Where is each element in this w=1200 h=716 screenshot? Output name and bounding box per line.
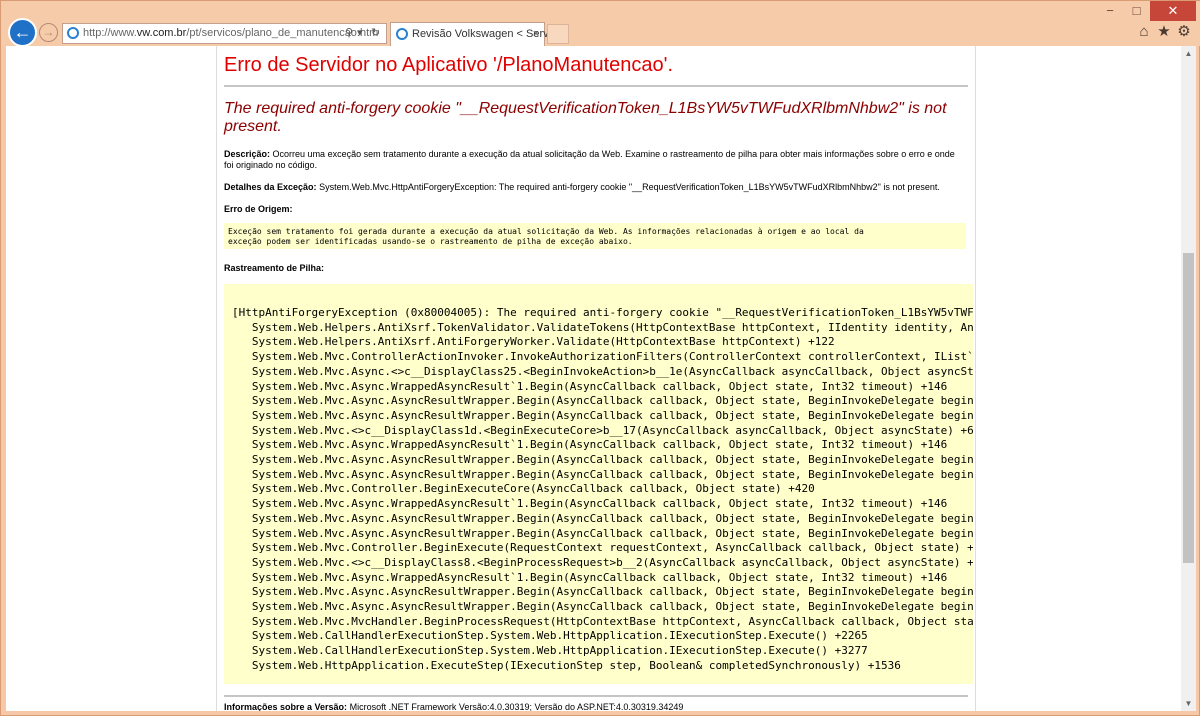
stack-trace-lines: [HttpAntiForgeryException (0x80004005): … xyxy=(232,306,973,674)
stack-heading: Rastreamento de Pilha: xyxy=(224,263,325,273)
stack-trace-line: System.Web.Mvc.<>c__DisplayClass8.<Begin… xyxy=(232,555,973,569)
stack-trace-line: System.Web.Mvc.<>c__DisplayClass1d.<Begi… xyxy=(232,423,973,437)
page-title: Erro de Servidor no Aplicativo '/PlanoMa… xyxy=(224,54,674,76)
stack-trace-box: [HttpAntiForgeryException (0x80004005): … xyxy=(224,284,973,684)
back-button[interactable]: ← xyxy=(8,18,37,47)
close-window-button[interactable]: ✕ xyxy=(1150,1,1196,21)
stack-trace-line: System.Web.Mvc.Async.AsyncResultWrapper.… xyxy=(232,600,973,614)
stack-trace-line: System.Web.Mvc.MvcHandler.BeginProcessRe… xyxy=(232,614,973,628)
scroll-thumb[interactable] xyxy=(1183,253,1194,563)
address-url: http://www.vw.com.br/pt/servicos/plano_d… xyxy=(83,27,379,39)
stack-trace-line: System.Web.Mvc.Async.WrappedAsyncResult`… xyxy=(232,379,948,393)
refresh-icon[interactable]: ↻ xyxy=(371,24,380,43)
error-page: Erro de Servidor no Aplicativo '/PlanoMa… xyxy=(216,46,976,711)
divider xyxy=(224,695,968,697)
stack-trace-line: System.Web.Mvc.Async.AsyncResultWrapper.… xyxy=(232,394,973,408)
favorites-icon[interactable]: ★ xyxy=(1155,23,1173,41)
version-info: Informações sobre a Versão: Microsoft .N… xyxy=(224,702,683,711)
exception-text: System.Web.Mvc.HttpAntiForgeryException:… xyxy=(319,182,940,192)
divider xyxy=(224,85,968,87)
stack-trace-line: System.Web.Mvc.Async.AsyncResultWrapper.… xyxy=(232,467,973,481)
address-bar[interactable]: http://www.vw.com.br/pt/servicos/plano_d… xyxy=(62,23,387,44)
search-icon[interactable]: ⚲ xyxy=(345,24,353,43)
dropdown-icon[interactable]: ▾ xyxy=(357,24,363,43)
version-text: Microsoft .NET Framework Versão:4.0.3031… xyxy=(349,702,684,711)
maximize-button[interactable]: □ xyxy=(1124,1,1149,21)
home-icon[interactable]: ⌂ xyxy=(1135,23,1153,41)
gear-icon[interactable]: ⚙ xyxy=(1175,23,1193,41)
stack-trace-line: System.Web.Mvc.Async.WrappedAsyncResult`… xyxy=(232,497,948,511)
scroll-down-icon[interactable]: ▼ xyxy=(1181,696,1196,711)
exception-label: Detalhes da Exceção: xyxy=(224,182,317,192)
description-text: Ocorreu uma exceção sem tratamento duran… xyxy=(224,149,955,170)
forward-button[interactable]: → xyxy=(39,23,58,42)
source-error-text: Exceção sem tratamento foi gerada durant… xyxy=(228,227,864,246)
error-message: The required anti-forgery cookie "__Requ… xyxy=(224,100,947,135)
browser-chrome: ← → http://www.vw.com.br/pt/servicos/pla… xyxy=(1,1,1200,47)
page-viewport: Erro de Servidor no Aplicativo '/PlanoMa… xyxy=(6,46,1181,711)
stack-trace-line: System.Web.Mvc.Async.WrappedAsyncResult`… xyxy=(232,570,948,584)
tab-revisao-volkswagen[interactable]: Revisão Volkswagen < Servi... × xyxy=(390,22,560,46)
vertical-scrollbar[interactable]: ▲ ▼ xyxy=(1181,46,1196,711)
stack-trace-line: System.Web.Mvc.Async.AsyncResultWrapper.… xyxy=(232,585,973,599)
stack-trace-line: System.Web.Mvc.Async.AsyncResultWrapper.… xyxy=(232,408,973,422)
description-label: Descrição: xyxy=(224,149,271,159)
stack-trace-line: System.Web.CallHandlerExecutionStep.Syst… xyxy=(232,644,868,658)
stack-trace-line: System.Web.Mvc.Async.AsyncResultWrapper.… xyxy=(232,511,973,525)
browser-window: ← → http://www.vw.com.br/pt/servicos/pla… xyxy=(0,0,1200,716)
stack-trace-line: System.Web.HttpApplication.ExecuteStep(I… xyxy=(232,658,901,672)
stack-trace-line: System.Web.Mvc.Async.AsyncResultWrapper.… xyxy=(232,526,973,540)
source-error-box: Exceção sem tratamento foi gerada durant… xyxy=(224,223,966,249)
stack-trace-line: [HttpAntiForgeryException (0x80004005): … xyxy=(232,306,973,319)
stack-trace-line: System.Web.Mvc.Controller.BeginExecuteCo… xyxy=(232,482,815,496)
stack-trace-line: System.Web.CallHandlerExecutionStep.Syst… xyxy=(232,629,868,643)
stack-trace-line: System.Web.Mvc.Async.<>c__DisplayClass25… xyxy=(232,364,973,378)
scroll-up-icon[interactable]: ▲ xyxy=(1181,46,1196,61)
description-row: Descrição: Ocorreu uma exceção sem trata… xyxy=(224,149,966,171)
ie-page-icon xyxy=(67,27,79,39)
stack-trace-line: System.Web.Helpers.AntiXsrf.TokenValidat… xyxy=(232,320,973,334)
source-heading: Erro de Origem: xyxy=(224,204,293,214)
stack-trace-line: System.Web.Mvc.Async.AsyncResultWrapper.… xyxy=(232,453,973,467)
ie-page-icon xyxy=(396,28,408,40)
stack-trace-line: System.Web.Mvc.Controller.BeginExecute(R… xyxy=(232,541,973,555)
exception-row: Detalhes da Exceção: System.Web.Mvc.Http… xyxy=(224,182,966,193)
version-label: Informações sobre a Versão: xyxy=(224,702,348,711)
close-tab-icon[interactable]: × xyxy=(533,23,539,45)
stack-trace-line: System.Web.Mvc.ControllerActionInvoker.I… xyxy=(232,350,973,364)
stack-trace-line: System.Web.Mvc.Async.WrappedAsyncResult`… xyxy=(232,438,948,452)
new-tab-button[interactable] xyxy=(547,24,569,44)
stack-trace-line: System.Web.Helpers.AntiXsrf.AntiForgeryW… xyxy=(232,335,835,349)
minimize-button[interactable]: − xyxy=(1097,1,1123,21)
